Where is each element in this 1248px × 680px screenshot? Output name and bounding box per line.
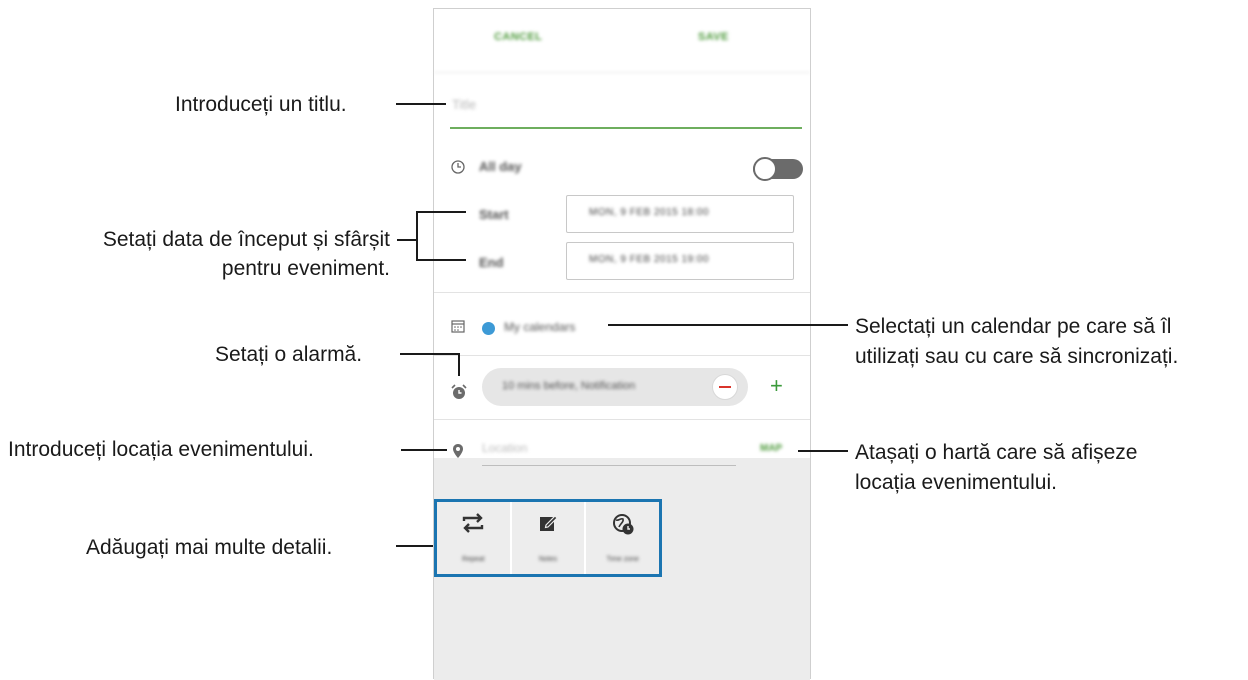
alarm-icon: [450, 383, 468, 404]
divider: [434, 419, 810, 420]
annotation-dates-line2: pentru eveniment.: [221, 257, 390, 280]
annotation-map-line1: Atașați o hartă care să afișeze: [855, 441, 1138, 464]
location-pin-icon: [452, 443, 464, 462]
annotation-alarm: Setați o alarmă.: [215, 343, 363, 366]
annotation-calendar-line1: Selectați un calendar pe care să îl: [855, 315, 1172, 338]
time-zone-label: Time zone: [606, 556, 639, 563]
end-date-field[interactable]: MON, 9 FEB 2015 19:00: [566, 242, 794, 280]
remove-alarm-button[interactable]: [712, 374, 738, 400]
leader-line: [396, 545, 433, 547]
phone-screen: CANCEL SAVE Title All day Start MON, 9 F…: [433, 8, 811, 680]
all-day-toggle[interactable]: [753, 157, 803, 181]
start-date-field[interactable]: MON, 9 FEB 2015 18:00: [566, 195, 794, 233]
map-button[interactable]: MAP: [760, 443, 782, 454]
leader-line: [608, 324, 848, 326]
leader-line: [396, 103, 446, 105]
alarm-field[interactable]: 10 mins before, Notification: [482, 368, 748, 406]
calendar-icon: [450, 318, 466, 337]
leader-line: [400, 353, 460, 355]
save-button[interactable]: SAVE: [698, 31, 729, 43]
leader-line: [397, 239, 416, 241]
cancel-button[interactable]: CANCEL: [494, 31, 542, 43]
annotation-title: Introduceți un titlu.: [175, 93, 347, 116]
add-alarm-button[interactable]: +: [770, 373, 783, 399]
notes-icon: [512, 512, 585, 540]
minus-icon: [719, 386, 731, 388]
repeat-button[interactable]: Repeat: [437, 502, 512, 574]
end-label: End: [479, 255, 504, 270]
top-bar: CANCEL SAVE: [434, 9, 810, 73]
annotation-location: Introduceți locația evenimentului.: [8, 438, 314, 461]
leader-bracket: [416, 211, 418, 261]
start-date-value: MON, 9 FEB 2015 18:00: [589, 207, 710, 218]
divider: [434, 355, 810, 356]
calendar-color-dot: [482, 322, 495, 335]
notes-button[interactable]: Notes: [512, 502, 587, 574]
leader-line: [416, 211, 466, 213]
leader-line: [458, 353, 460, 376]
leader-line: [416, 259, 466, 261]
all-day-label: All day: [479, 159, 522, 174]
leader-line: [798, 450, 848, 452]
toggle-knob: [753, 157, 777, 181]
leader-line: [401, 449, 447, 451]
time-zone-button[interactable]: Time zone: [586, 502, 659, 574]
more-details-bar: Repeat Notes Time zone: [434, 499, 662, 577]
alarm-value: 10 mins before, Notification: [502, 380, 636, 392]
location-placeholder: Location: [482, 441, 528, 455]
annotation-calendar-line2: utilizați sau cu care să sincronizați.: [855, 345, 1179, 368]
calendar-selector[interactable]: My calendars: [504, 320, 575, 334]
clock-icon: [450, 159, 466, 178]
annotation-map-line2: locația evenimentului.: [855, 471, 1057, 494]
repeat-icon: [437, 512, 510, 540]
location-input[interactable]: Location: [482, 433, 736, 466]
title-input[interactable]: Title: [450, 89, 802, 129]
end-date-value: MON, 9 FEB 2015 19:00: [589, 254, 710, 265]
annotation-dates-line1: Setați data de început și sfârșit: [102, 228, 390, 251]
divider: [434, 292, 810, 293]
title-placeholder: Title: [452, 97, 477, 112]
repeat-label: Repeat: [462, 556, 485, 563]
annotation-details: Adăugați mai multe detalii.: [86, 536, 333, 559]
notes-label: Notes: [538, 556, 558, 563]
start-label: Start: [479, 207, 509, 222]
time-zone-icon: [586, 512, 659, 542]
